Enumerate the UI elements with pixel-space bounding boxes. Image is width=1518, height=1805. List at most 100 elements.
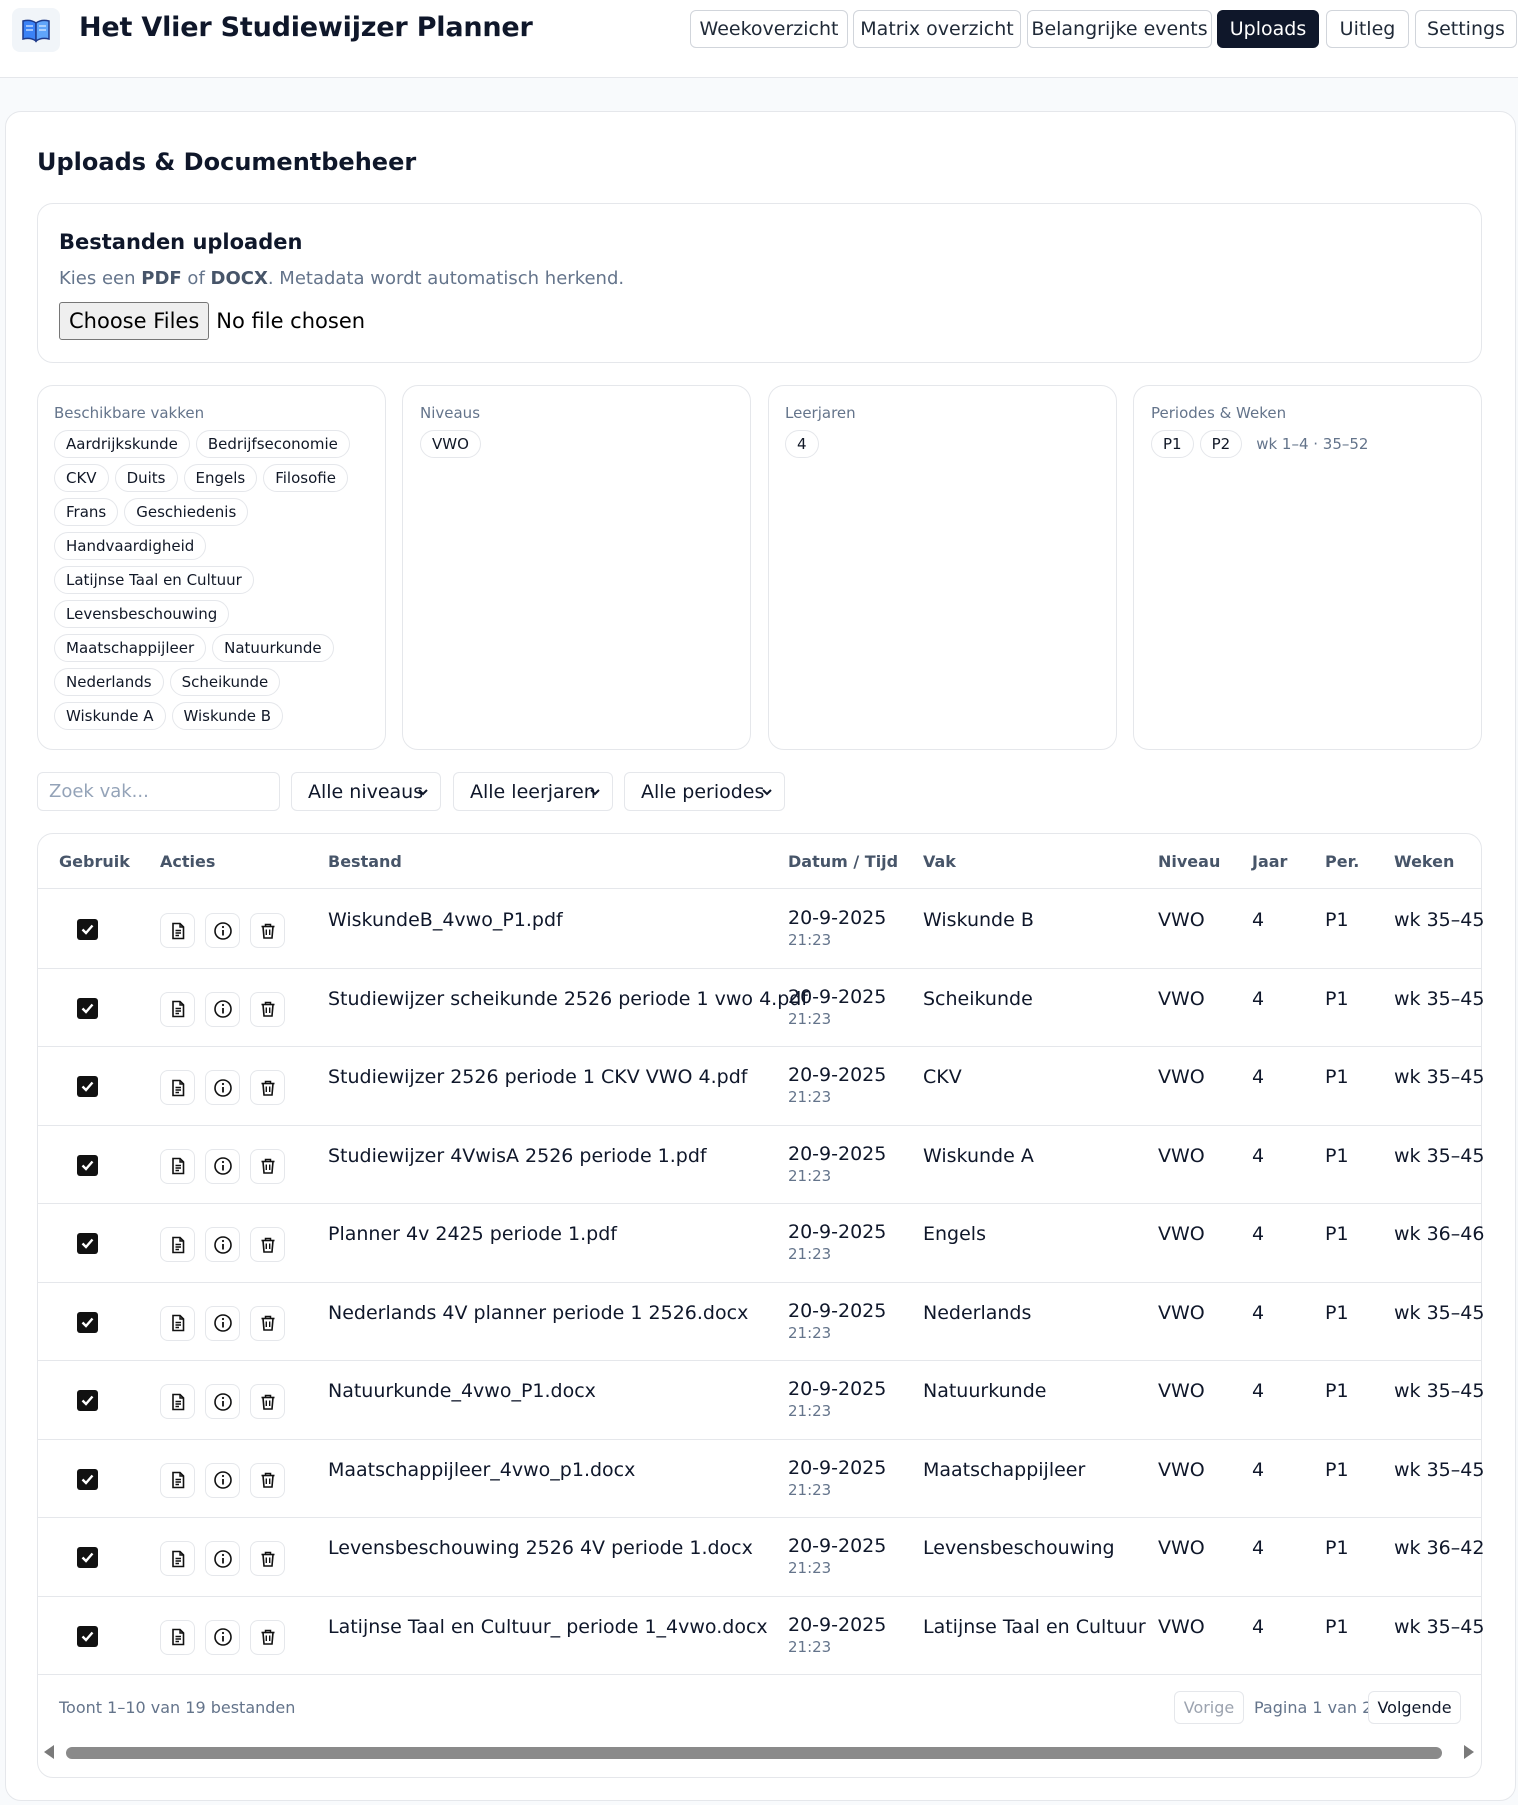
document-icon: [169, 1550, 187, 1568]
document-button[interactable]: [160, 1148, 195, 1184]
info-button[interactable]: [205, 1148, 240, 1184]
info-button[interactable]: [205, 1541, 240, 1577]
next-page-button[interactable]: Volgende: [1368, 1691, 1461, 1724]
upload-date: 20-9-2025: [788, 1299, 887, 1322]
leerjaren-chips: 4: [785, 430, 1105, 458]
period: P1: [1325, 987, 1349, 1010]
nav-tab-belangrijke-events[interactable]: Belangrijke events: [1027, 10, 1212, 48]
document-icon: [169, 922, 187, 940]
trash-button[interactable]: [250, 991, 285, 1027]
year: 4: [1252, 1066, 1265, 1088]
use-checkbox[interactable]: [77, 1154, 98, 1176]
file-name: Studiewijzer 4VwisA 2526 periode 1.pdf: [328, 1144, 707, 1167]
info-button[interactable]: [205, 1070, 240, 1106]
trash-button[interactable]: [250, 1227, 285, 1263]
document-button[interactable]: [160, 1070, 195, 1106]
document-button[interactable]: [160, 913, 195, 949]
weeks: wk 35–45: [1394, 1458, 1485, 1481]
niveau-select-value: Alle niveaus: [308, 780, 424, 803]
period: P1: [1325, 1144, 1349, 1167]
document-button[interactable]: [160, 991, 195, 1027]
info-button[interactable]: [205, 1462, 240, 1498]
info-button[interactable]: [205, 1227, 240, 1263]
vakken-chips: Aardrijkskunde Bedrijfseconomie CKV Duits En…: [54, 430, 374, 730]
col-header-acties: Acties: [160, 852, 216, 871]
info-button[interactable]: [205, 991, 240, 1027]
upload-time: 21:23: [788, 1480, 832, 1499]
document-icon: [169, 1000, 187, 1018]
row-divider: [38, 1517, 1481, 1518]
col-header-gebruik: Gebruik: [59, 852, 130, 871]
choose-files-button[interactable]: Choose Files: [59, 302, 210, 340]
info-button[interactable]: [205, 1619, 240, 1655]
trash-icon: [259, 1550, 277, 1568]
no-file-label: No file chosen: [216, 309, 366, 333]
leerjaar-select-value: Alle leerjaren: [470, 780, 596, 803]
info-icon: [213, 999, 233, 1019]
document-button[interactable]: [160, 1384, 195, 1420]
level: VWO: [1158, 1223, 1205, 1245]
trash-button[interactable]: [250, 1462, 285, 1498]
trash-button[interactable]: [250, 1148, 285, 1184]
main-nav: Weekoverzicht Matrix overzicht Belangrijke…: [690, 10, 1518, 48]
info-icon: [213, 1313, 233, 1333]
document-button[interactable]: [160, 1619, 195, 1655]
use-checkbox[interactable]: [77, 1468, 98, 1490]
niveau-select[interactable]: Alle niveaus: [291, 772, 441, 811]
level: VWO: [1158, 1066, 1205, 1088]
file-name: Nederlands 4V planner periode 1 2526.doc…: [328, 1301, 749, 1324]
scroll-left-arrow[interactable]: [44, 1745, 54, 1759]
use-checkbox[interactable]: [77, 1311, 98, 1333]
use-checkbox[interactable]: [77, 919, 98, 941]
document-button[interactable]: [160, 1227, 195, 1263]
info-button[interactable]: [205, 1384, 240, 1420]
weeks: wk 36–42: [1394, 1537, 1485, 1559]
use-checkbox[interactable]: [77, 1547, 98, 1569]
nav-tab-matrix-overzicht[interactable]: Matrix overzicht: [853, 10, 1021, 48]
use-checkbox[interactable]: [77, 1625, 98, 1647]
vakken-label: Beschikbare vakken: [54, 404, 205, 422]
chip: Duits: [114, 464, 178, 492]
chip: Bedrijfseconomie: [195, 430, 350, 458]
info-button[interactable]: [205, 913, 240, 949]
period: P1: [1325, 1615, 1349, 1638]
document-button[interactable]: [160, 1305, 195, 1341]
leerjaren-label: Leerjaren: [785, 404, 856, 422]
chevron-down-icon: [418, 789, 428, 796]
trash-button[interactable]: [250, 1384, 285, 1420]
use-checkbox[interactable]: [77, 997, 98, 1019]
file-name: Studiewijzer 2526 periode 1 CKV VWO 4.pd…: [328, 1066, 748, 1088]
nav-tab-settings[interactable]: Settings: [1415, 10, 1517, 48]
search-input[interactable]: [37, 772, 280, 811]
trash-button[interactable]: [250, 913, 285, 949]
file-input: Choose Files No file chosen: [59, 302, 365, 340]
nav-tab-weekoverzicht[interactable]: Weekoverzicht: [690, 10, 848, 48]
col-header-niveau: Niveau: [1158, 852, 1221, 871]
chevron-down-icon: [590, 789, 600, 796]
nav-tab-uploads[interactable]: Uploads: [1217, 10, 1319, 48]
upload-date: 20-9-2025: [788, 1535, 887, 1557]
weeks: wk 35–45: [1394, 1144, 1485, 1167]
trash-button[interactable]: [250, 1541, 285, 1577]
prev-page-button[interactable]: Vorige: [1174, 1691, 1244, 1724]
scroll-right-arrow[interactable]: [1464, 1745, 1474, 1759]
trash-button[interactable]: [250, 1070, 285, 1106]
nav-tab-uitleg[interactable]: Uitleg: [1326, 10, 1409, 48]
use-checkbox[interactable]: [77, 1076, 98, 1098]
scroll-thumb[interactable]: [66, 1747, 1442, 1759]
app-title: Het Vlier Studiewijzer Planner: [79, 12, 533, 43]
trash-icon: [259, 1236, 277, 1254]
document-button[interactable]: [160, 1462, 195, 1498]
trash-button[interactable]: [250, 1619, 285, 1655]
document-button[interactable]: [160, 1541, 195, 1577]
info-button[interactable]: [205, 1305, 240, 1341]
use-checkbox[interactable]: [77, 1233, 98, 1255]
file-name: Studiewijzer scheikunde 2526 periode 1 v…: [328, 987, 809, 1010]
trash-button[interactable]: [250, 1305, 285, 1341]
col-header-vak: Vak: [923, 852, 956, 871]
periode-select[interactable]: Alle periodes: [624, 772, 785, 811]
subject: Latijnse Taal en Cultuur: [923, 1615, 1146, 1638]
subject: Scheikunde: [923, 987, 1033, 1010]
use-checkbox[interactable]: [77, 1390, 98, 1412]
leerjaar-select[interactable]: Alle leerjaren: [453, 772, 613, 811]
